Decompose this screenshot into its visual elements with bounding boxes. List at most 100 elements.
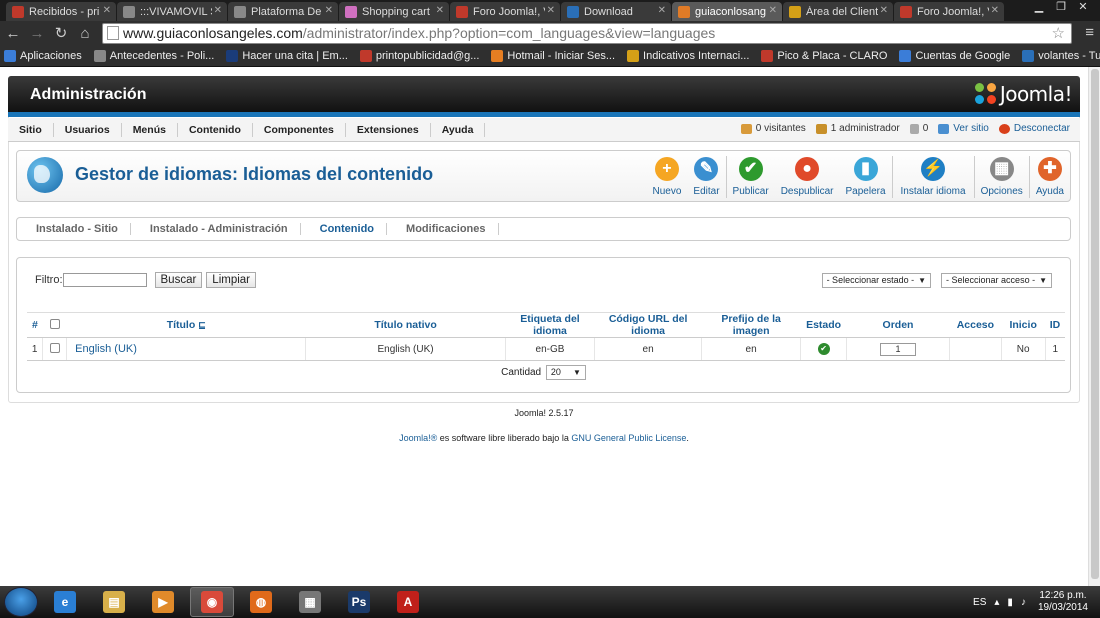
admin-menu-item[interactable]: Usuarios [54, 122, 122, 137]
tab-close-icon[interactable]: ✕ [436, 5, 444, 16]
network-status-icon[interactable]: ▴ [994, 597, 999, 608]
restore-icon[interactable]: ❐ [1050, 0, 1072, 15]
col-native-title[interactable]: Título nativo [305, 312, 506, 338]
taskbar-app[interactable]: ▤ [92, 587, 136, 617]
tab-close-icon[interactable]: ✕ [658, 5, 666, 16]
col-order[interactable]: Orden [846, 312, 950, 338]
taskbar-app[interactable]: A [386, 587, 430, 617]
order-input[interactable]: 1 [879, 342, 916, 356]
col-title[interactable]: Título ⊑ [66, 312, 306, 338]
bookmark-item[interactable]: Hotmail - Iniciar Ses... [491, 50, 615, 62]
tab-close-icon[interactable]: ✕ [325, 5, 333, 16]
browser-tab[interactable]: Plataforma De ✕ [228, 2, 338, 21]
reload-icon[interactable]: ↻ [50, 23, 72, 45]
col-status[interactable]: Estado [800, 312, 847, 338]
bookmark-item[interactable]: Pico & Placa - CLARO [761, 50, 887, 62]
col-language-tag[interactable]: Etiqueta del idioma [505, 312, 595, 338]
browser-tab[interactable]: guiaconlosang ✕ [672, 2, 782, 21]
admin-menu-item[interactable]: Ayuda [431, 122, 486, 137]
toolbar-button-nuevo[interactable]: + Nuevo [647, 151, 688, 201]
toolbar-button-instalar-idioma[interactable]: ⚡ Instalar idioma [893, 151, 974, 201]
browser-tab[interactable]: Recibidos - pri ✕ [6, 2, 116, 21]
col-url-code[interactable]: Código URL del idioma [594, 312, 702, 338]
close-window-icon[interactable]: ✕ [1072, 0, 1094, 15]
volume-icon[interactable]: ♪ [1021, 597, 1026, 608]
subtab-contenido[interactable]: Contenido [308, 223, 388, 235]
home-icon[interactable]: ⌂ [74, 23, 96, 45]
logout-link[interactable]: Desconectar [998, 123, 1070, 134]
access-select[interactable]: - Seleccionar acceso - ▼ [941, 273, 1052, 288]
minimize-icon[interactable]: ▁ [1028, 0, 1050, 15]
taskbar-app[interactable]: ◉ [190, 587, 234, 617]
admin-menu-item[interactable]: Contenido [178, 122, 253, 137]
joomla-link[interactable]: Joomla!® [399, 433, 437, 443]
browser-tab[interactable]: Foro Joomla!, V ✕ [450, 2, 560, 21]
address-bar[interactable]: www.guiaconlosangeles.com/administrator/… [102, 23, 1072, 44]
view-site-link[interactable]: Ver sitio [938, 123, 989, 134]
signal-icon[interactable]: ▮ [1007, 597, 1013, 608]
bookmark-item[interactable]: Cuentas de Google [899, 50, 1010, 62]
bookmark-star-icon[interactable]: ☆ [1052, 24, 1065, 43]
row-checkbox[interactable] [49, 342, 60, 353]
browser-tab[interactable]: Área del Client ✕ [783, 2, 893, 21]
tab-close-icon[interactable]: ✕ [880, 5, 888, 16]
browser-tab[interactable]: :::VIVAMOVIL S ✕ [117, 2, 227, 21]
clock[interactable]: 12:26 p.m. 19/03/2014 [1038, 590, 1088, 614]
language-indicator[interactable]: ES [973, 597, 986, 608]
tab-close-icon[interactable]: ✕ [991, 5, 999, 16]
clear-button[interactable]: Limpiar [206, 272, 257, 288]
col-home[interactable]: Inicio [1001, 312, 1046, 338]
bookmark-item[interactable]: Aplicaciones [4, 50, 82, 62]
tab-close-icon[interactable]: ✕ [769, 5, 777, 16]
bookmark-item[interactable]: Indicativos Internaci... [627, 50, 749, 62]
toolbar-button-despublicar[interactable]: ● Despublicar [775, 151, 840, 201]
browser-tab[interactable]: Foro Joomla!, V ✕ [894, 2, 1004, 21]
scrollbar-thumb[interactable] [1091, 69, 1099, 579]
taskbar-app[interactable]: ◍ [239, 587, 283, 617]
bookmark-item[interactable]: Hacer una cita | Em... [226, 50, 348, 62]
bookmark-item[interactable]: Antecedentes - Poli... [93, 50, 214, 62]
table-row: 1 English (UK) English (UK) en-GB en en … [27, 337, 1065, 361]
back-icon[interactable]: ← [2, 23, 24, 45]
gpl-link[interactable]: GNU General Public License [571, 433, 686, 443]
bookmark-item[interactable]: volantes - Tus Tarjet... [1022, 50, 1100, 62]
col-image-prefix[interactable]: Prefijo de la imagen [701, 312, 801, 338]
subtab-instalado-administraci-n[interactable]: Instalado - Administración [138, 223, 301, 235]
toolbar-button-opciones[interactable]: ▦ Opciones [975, 151, 1029, 201]
tab-close-icon[interactable]: ✕ [547, 5, 555, 16]
published-check-icon[interactable]: ✔ [817, 343, 830, 355]
col-id[interactable]: ID [1045, 312, 1065, 338]
browser-tab[interactable]: Download ✕ [561, 2, 671, 21]
admin-menu-item[interactable]: Sitio [8, 122, 54, 137]
browser-menu-icon[interactable]: ≡ [1085, 24, 1094, 41]
taskbar-app[interactable]: Ps [337, 587, 381, 617]
messages-status[interactable]: 0 [909, 123, 928, 134]
search-button[interactable]: Buscar [154, 272, 203, 288]
tab-close-icon[interactable]: ✕ [103, 5, 111, 16]
status-select[interactable]: - Seleccionar estado - ▼ [821, 273, 932, 288]
limit-select[interactable]: 20 ▼ [545, 365, 586, 380]
taskbar-app[interactable]: ▶ [141, 587, 185, 617]
filter-input[interactable] [62, 273, 147, 287]
tab-close-icon[interactable]: ✕ [214, 5, 222, 16]
toolbar-button-ayuda[interactable]: ✚ Ayuda [1030, 151, 1070, 201]
subtab-modificaciones[interactable]: Modificaciones [394, 223, 499, 235]
languages-panel: Filtro: Buscar Limpiar - Seleccionar est… [16, 257, 1071, 393]
page-scrollbar[interactable] [1088, 67, 1100, 586]
row-title-link[interactable]: English (UK) [66, 337, 306, 361]
bookmark-item[interactable]: printopublicidad@g... [359, 50, 479, 62]
toolbar-button-editar[interactable]: ✎ Editar [687, 151, 725, 201]
select-all-checkbox[interactable] [49, 318, 60, 329]
browser-tab[interactable]: Shopping cart ✕ [339, 2, 449, 21]
forward-icon[interactable]: → [26, 23, 48, 45]
admin-menu-item[interactable]: Extensiones [346, 122, 431, 137]
start-button[interactable] [4, 587, 38, 617]
taskbar-app[interactable]: ▦ [288, 587, 332, 617]
admin-menu-item[interactable]: Componentes [253, 122, 346, 137]
taskbar-app[interactable]: e [43, 587, 87, 617]
toolbar-button-papelera[interactable]: ▮ Papelera [840, 151, 892, 201]
col-access[interactable]: Acceso [949, 312, 1002, 338]
toolbar-button-publicar[interactable]: ✔ Publicar [727, 151, 775, 201]
subtab-instalado-sitio[interactable]: Instalado - Sitio [24, 223, 131, 235]
admin-menu-item[interactable]: Menús [122, 122, 178, 137]
